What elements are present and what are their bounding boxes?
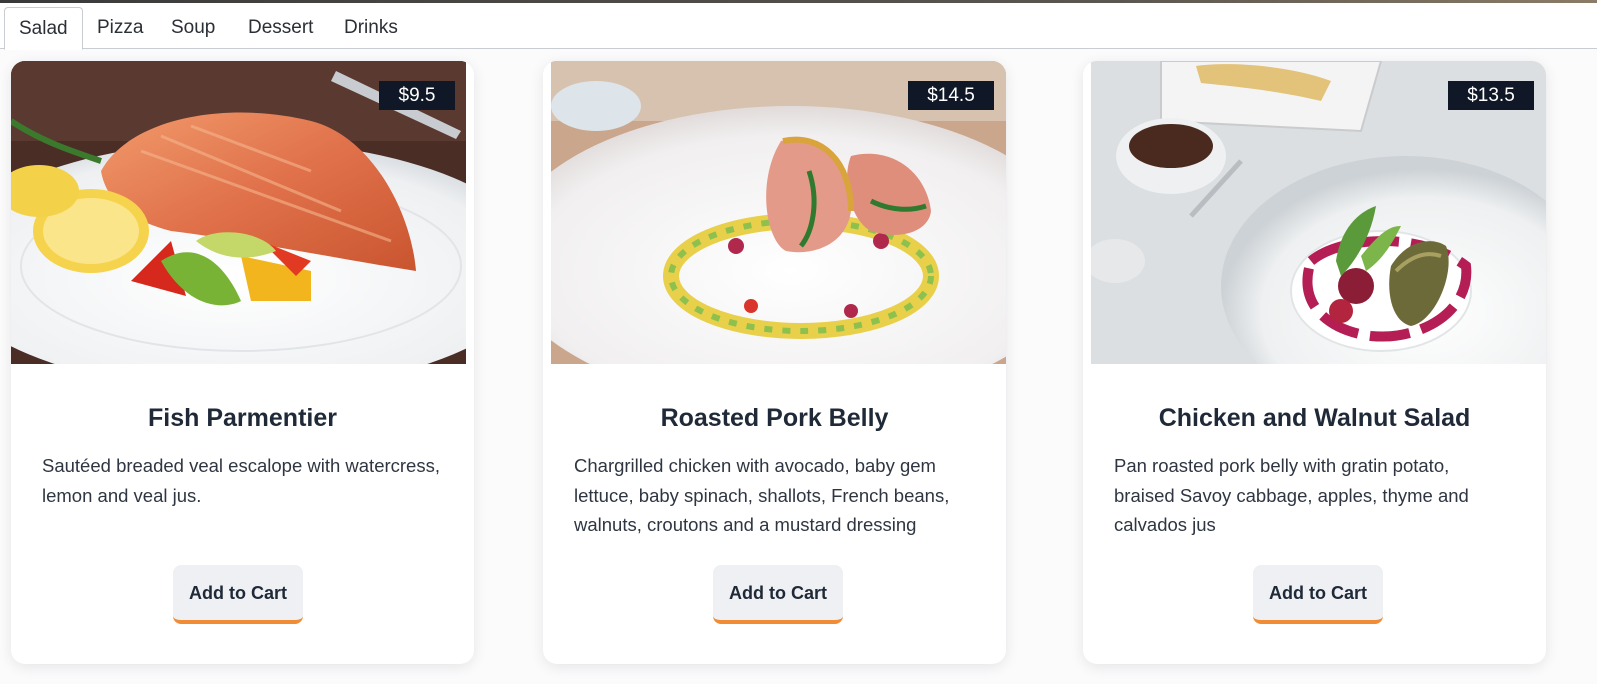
- price-badge: $13.5: [1448, 81, 1534, 110]
- add-to-cart-button[interactable]: Add to Cart: [713, 565, 843, 624]
- item-title: Fish Parmentier: [148, 404, 337, 432]
- add-to-cart-button[interactable]: Add to Cart: [1253, 565, 1383, 624]
- menu-item-card: $13.5 Chicken and Walnut Salad Pan roast…: [1083, 61, 1546, 664]
- price-badge: $14.5: [908, 81, 994, 110]
- item-title: Roasted Pork Belly: [660, 404, 889, 432]
- tab-pizza[interactable]: Pizza: [83, 7, 157, 49]
- price-badge: $9.5: [379, 81, 455, 110]
- menu-item-card: $9.5 Fish Parmentier Sautéed breaded vea…: [11, 61, 474, 664]
- category-tab-bar: Salad Pizza Soup Dessert Drinks: [0, 3, 1597, 50]
- tab-drinks[interactable]: Drinks: [330, 7, 412, 49]
- item-title: Chicken and Walnut Salad: [1158, 404, 1471, 432]
- tab-dessert[interactable]: Dessert: [234, 7, 327, 49]
- menu-item-card: $14.5 Roasted Pork Belly Chargrilled chi…: [543, 61, 1006, 664]
- item-description: Sautéed breaded veal escalope with water…: [42, 455, 440, 506]
- add-to-cart-button[interactable]: Add to Cart: [173, 565, 303, 624]
- item-description: Chargrilled chicken with avocado, baby g…: [574, 455, 950, 535]
- tab-salad[interactable]: Salad: [4, 7, 83, 50]
- item-description: Pan roasted pork belly with gratin potat…: [1114, 455, 1469, 535]
- tab-soup[interactable]: Soup: [157, 7, 229, 49]
